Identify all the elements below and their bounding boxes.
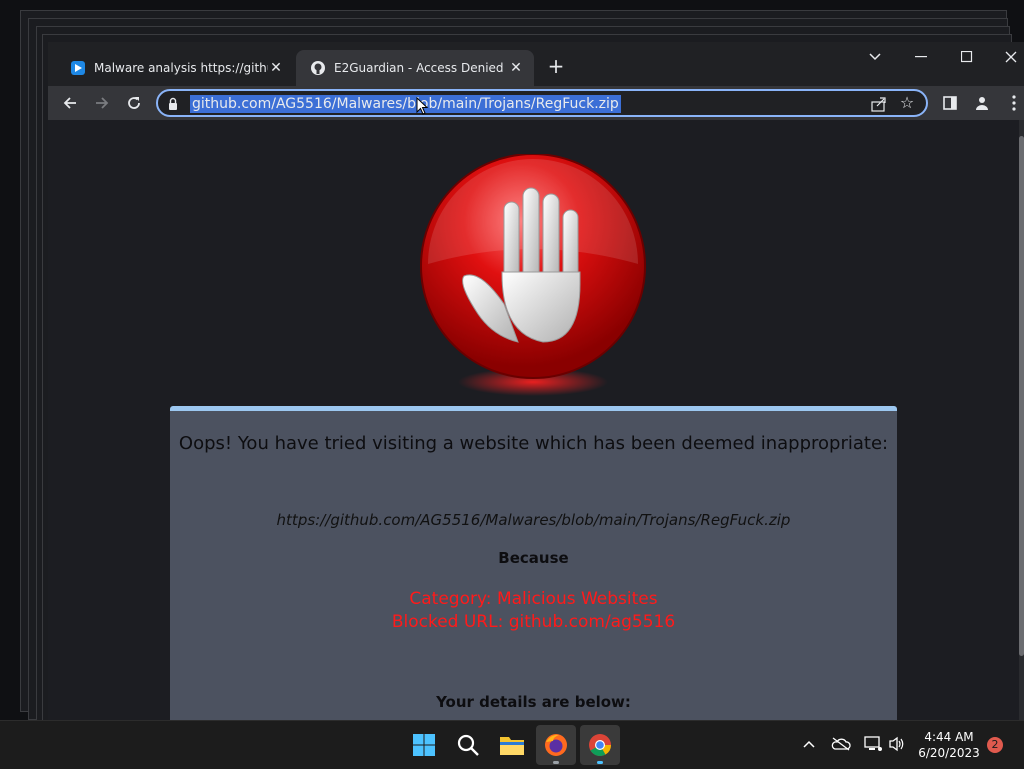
new-tab-button[interactable]: +: [546, 56, 566, 76]
back-button[interactable]: [56, 89, 84, 117]
because-label: Because: [498, 549, 569, 567]
onedrive-offline-icon[interactable]: [830, 733, 852, 755]
file-explorer-icon[interactable]: [492, 725, 532, 765]
share-icon[interactable]: [870, 95, 888, 113]
chrome-icon[interactable]: [580, 725, 620, 765]
stop-hand-icon: [418, 153, 648, 404]
profile-icon[interactable]: [968, 89, 996, 117]
tab-title: E2Guardian - Access Denied: [334, 61, 504, 75]
address-bar[interactable]: github.com/AG5516/Malwares/blob/main/Tro…: [156, 89, 928, 117]
address-url[interactable]: github.com/AG5516/Malwares/blob/main/Tro…: [190, 95, 621, 113]
tab-close-icon[interactable]: ✕: [508, 60, 524, 76]
tab-search-chevron-icon[interactable]: [852, 42, 898, 72]
taskbar: 4:44 AM 6/20/2023 2: [0, 720, 1024, 769]
side-panel-icon[interactable]: [936, 89, 964, 117]
browser-window: Malware analysis https://github.c ✕ E2Gu…: [48, 42, 1024, 720]
notification-badge[interactable]: 2: [987, 737, 1003, 753]
tab-strip: Malware analysis https://github.c ✕ E2Gu…: [48, 42, 1024, 86]
running-indicator: [553, 761, 559, 764]
blocked-url-text: https://github.com/AG5516/Malwares/blob/…: [276, 511, 791, 529]
details-label: Your details are below:: [436, 693, 631, 711]
reload-button[interactable]: [120, 89, 148, 117]
menu-kebab-icon[interactable]: [1000, 89, 1024, 117]
tab-e2guardian[interactable]: E2Guardian - Access Denied ✕: [296, 50, 534, 86]
minimize-button[interactable]: [898, 42, 944, 72]
maximize-button[interactable]: [944, 42, 990, 72]
reason-blocked-url: Blocked URL: github.com/ag5516: [391, 612, 676, 632]
close-window-button[interactable]: [988, 42, 1024, 72]
page-content: Oops! You have tried visiting a website …: [48, 120, 1019, 720]
tab-close-icon[interactable]: ✕: [268, 60, 284, 76]
search-icon[interactable]: [448, 725, 488, 765]
lock-icon[interactable]: [166, 96, 180, 110]
firefox-icon[interactable]: [536, 725, 576, 765]
browser-toolbar: github.com/AG5516/Malwares/blob/main/Tro…: [48, 86, 1024, 120]
reason-category: Category: Malicious Websites: [409, 589, 658, 609]
mouse-cursor-icon: [416, 96, 429, 115]
windows-start-icon[interactable]: [404, 725, 444, 765]
tab-malware-analysis[interactable]: Malware analysis https://github.c ✕: [56, 50, 294, 86]
forward-button[interactable]: [88, 89, 116, 117]
system-clock[interactable]: 4:44 AM 6/20/2023: [914, 729, 984, 761]
active-indicator: [597, 761, 603, 764]
volume-icon[interactable]: [886, 733, 908, 755]
chevron-up-icon[interactable]: [798, 733, 820, 755]
clock-time: 4:44 AM: [924, 730, 974, 744]
bookmark-star-icon[interactable]: ☆: [898, 94, 916, 112]
clock-date: 6/20/2023: [918, 746, 980, 760]
network-icon[interactable]: [862, 733, 884, 755]
github-icon: [310, 60, 326, 76]
denied-heading: Oops! You have tried visiting a website …: [178, 433, 889, 454]
access-denied-panel: Oops! You have tried visiting a website …: [170, 406, 897, 720]
page-scrollbar[interactable]: [1019, 120, 1024, 720]
video-site-icon: [70, 60, 86, 76]
scrollbar-thumb[interactable]: [1019, 136, 1024, 656]
tab-title: Malware analysis https://github.c: [94, 61, 268, 75]
